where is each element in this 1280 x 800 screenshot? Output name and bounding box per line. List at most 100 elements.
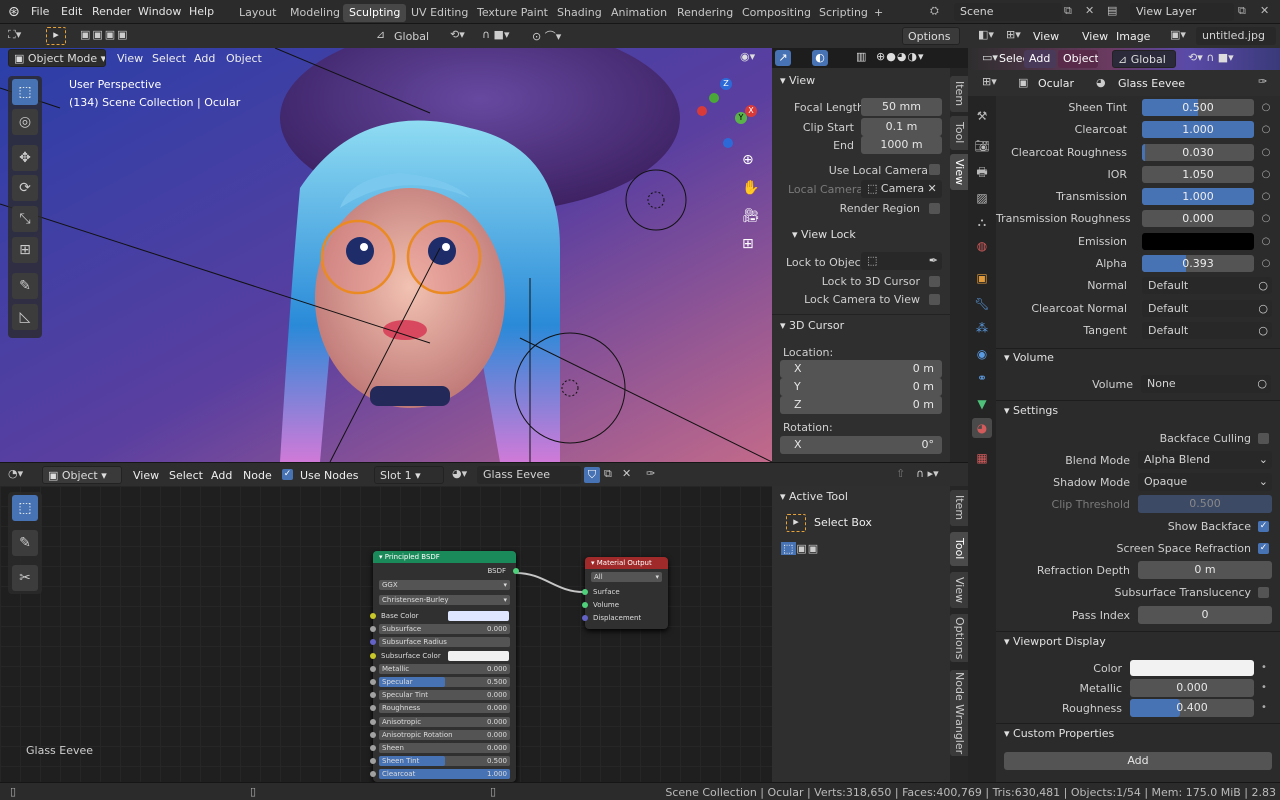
bsdf-input-socket[interactable] (370, 731, 376, 738)
tab-modeling[interactable]: Modeling (284, 4, 346, 22)
custom-properties-section-header[interactable]: ▾ Custom Properties (1004, 723, 1114, 745)
subsurface-method-dropdown[interactable]: Christensen-Burley ▾ (379, 595, 510, 605)
image-browse-icon[interactable]: ▣▾ (1170, 28, 1186, 41)
bsdf-input-socket[interactable] (370, 705, 376, 712)
volume-section-header[interactable]: ▾ Volume (1004, 347, 1054, 369)
tab-texture-paint[interactable]: Texture Paint (471, 4, 554, 22)
bsdf-input-field[interactable]: Anisotropic Rotation 0.000 (379, 729, 510, 740)
bsdf-input-field[interactable]: Metallic 0.000 (379, 663, 510, 674)
bsdf-input-field[interactable]: Specular 0.500 (379, 676, 510, 687)
image-menu-view-a[interactable]: View (1033, 30, 1059, 43)
shader-type-dropdown[interactable]: ▣ Object ▾ (42, 466, 122, 484)
cursor-rot-x-field[interactable]: X 0° (780, 436, 942, 454)
node-tab-options[interactable]: Options (950, 614, 968, 662)
modifier-props-icon[interactable]: 🔧︎ (972, 294, 992, 314)
tab-uv-editing[interactable]: UV Editing (405, 4, 474, 22)
navigation-gizmo-nx-icon[interactable] (697, 106, 707, 116)
scene-selector[interactable]: Scene (954, 3, 1062, 21)
add-workspace-button[interactable]: + (868, 4, 889, 22)
fake-user-icon[interactable]: ⛉ (584, 467, 600, 483)
output-target-dropdown[interactable]: All ▾ (591, 572, 662, 582)
cursor-tool-icon[interactable]: ◎ (12, 109, 38, 135)
clip-threshold-field[interactable]: 0.500 (1138, 495, 1272, 513)
ortho-grid-icon[interactable]: ⊞ (742, 236, 754, 252)
render-props-icon[interactable]: 📷︎ (972, 136, 992, 156)
property-field[interactable]: 1.050 (1142, 165, 1254, 183)
property-field[interactable]: Default ○ (1142, 299, 1272, 317)
tab-layout[interactable]: Layout (233, 4, 282, 22)
bsdf-input-field[interactable]: Roughness 0.000 (379, 703, 510, 714)
world-props-icon[interactable]: ◍ (972, 236, 992, 256)
node-tab-item[interactable]: Item (950, 490, 968, 526)
bsdf-input-field[interactable]: Sheen 0.000 (379, 742, 510, 753)
scale-tool-icon[interactable]: ⤡ (12, 206, 38, 232)
shading-mode-icons[interactable]: ⊕●◕◑▾ (876, 50, 925, 63)
active-tool-section-header[interactable]: ▾ Active Tool (780, 486, 848, 508)
delete-scene-icon[interactable]: ✕ (1085, 4, 1094, 17)
bsdf-output-socket[interactable] (513, 568, 519, 574)
eyedropper-icon[interactable]: ✒ (929, 252, 942, 270)
node-tab-tool[interactable]: Tool (950, 532, 968, 566)
distribution-dropdown[interactable]: GGX ▾ (379, 580, 510, 590)
editor-type-icon[interactable]: ⛶▾ (8, 28, 21, 42)
transform-orientation[interactable]: Global (394, 30, 429, 43)
vd-color-swatch[interactable] (1130, 660, 1254, 676)
vd-color-decorator-icon[interactable]: • (1258, 662, 1270, 674)
object-props-icon[interactable]: ▣ (972, 268, 992, 288)
shadow-mode-dropdown[interactable]: Opaque ⌄ (1138, 473, 1272, 491)
options-dropdown[interactable]: Options (902, 27, 960, 45)
tab-compositing[interactable]: Compositing (736, 4, 817, 22)
tab-animation[interactable]: Animation (605, 4, 673, 22)
lock-to-object-field[interactable]: ⬚ ✒ (861, 252, 942, 270)
bsdf-input-field[interactable]: Sheen Tint 0.500 (379, 756, 510, 767)
data-props-icon[interactable]: ▼ (972, 394, 992, 414)
blend-mode-dropdown[interactable]: Alpha Blend ⌄ (1138, 451, 1272, 469)
rotate-tool-icon[interactable]: ⟳ (12, 175, 38, 201)
bsdf-node-header[interactable]: ▾ Principled BSDF (373, 551, 516, 563)
property-field[interactable]: 0.393 (1142, 255, 1254, 273)
zoom-icon[interactable]: ⊕ (742, 152, 754, 168)
bsdf-input-field[interactable]: Subsurface 0.000 (379, 624, 510, 635)
property-decorator-icon[interactable]: ○ (1260, 169, 1272, 181)
transform-tool-icon[interactable]: ⊞ (12, 237, 38, 263)
navigation-gizmo-nz-icon[interactable] (723, 138, 733, 148)
property-field[interactable]: Default ○ (1142, 321, 1272, 339)
local-camera-field[interactable]: ⬚ Camera ✕ (861, 180, 942, 198)
menu-add[interactable]: Add (194, 52, 215, 65)
bsdf-input-socket[interactable] (370, 652, 376, 659)
output-props-icon[interactable]: 🖶︎ (972, 162, 992, 182)
property-decorator-icon[interactable]: ○ (1260, 124, 1272, 136)
use-local-camera-checkbox[interactable] (929, 164, 940, 175)
blender-logo-icon[interactable]: ⊛ (8, 0, 20, 24)
settings-section-header[interactable]: ▾ Settings (1004, 400, 1058, 422)
tab-rendering[interactable]: Rendering (671, 4, 739, 22)
node-tab-view[interactable]: View (950, 572, 968, 608)
image-menu-add[interactable]: Add (1024, 50, 1056, 68)
focal-length-field[interactable]: 50 mm (861, 98, 942, 116)
property-field[interactable]: 0.500 (1142, 99, 1254, 116)
node-tab-node-wrangler[interactable]: Node Wrangler (950, 670, 968, 756)
property-field[interactable] (1142, 232, 1254, 250)
bsdf-input-field[interactable]: Specular Tint 0.000 (379, 690, 510, 701)
breadcrumb-material[interactable]: Glass Eevee (1118, 77, 1185, 90)
property-field[interactable]: 0.030 (1142, 143, 1254, 161)
properties-pin-icon[interactable]: ✑ (1258, 75, 1267, 88)
particles-props-icon[interactable]: ⁂ (972, 318, 992, 338)
link-socket-icon[interactable]: ○ (1258, 300, 1272, 317)
camera-view-icon[interactable]: 🎥︎ (742, 208, 760, 224)
parent-node-tree-icon[interactable]: ⇧ (896, 467, 905, 480)
overlay-toggle-icon[interactable]: ◐ (812, 50, 828, 66)
image-mode-icon[interactable]: ⊞▾ (1006, 28, 1021, 41)
3d-viewport[interactable]: User Perspective (134) Scene Collection … (0, 48, 772, 462)
material-props-icon[interactable]: ◕ (972, 418, 992, 438)
visibility-icon[interactable]: ◉▾ (740, 50, 755, 63)
bsdf-input-socket[interactable] (370, 744, 376, 751)
3d-cursor-section-header[interactable]: ▾ 3D Cursor (780, 315, 844, 337)
constraints-props-icon[interactable]: ⚭ (972, 368, 992, 388)
select-mode-icons[interactable]: ⬚ ▣▣ (781, 542, 819, 555)
texture-props-icon[interactable]: ▦ (972, 448, 992, 468)
clip-end-field[interactable]: 1000 m (861, 136, 942, 154)
pivot-icon[interactable]: ⟲▾ (450, 28, 465, 41)
material-output-node[interactable]: ▾ Material Output All ▾ Surface Volume Di… (582, 557, 668, 629)
new-scene-icon[interactable]: ⧉ (1064, 4, 1072, 18)
